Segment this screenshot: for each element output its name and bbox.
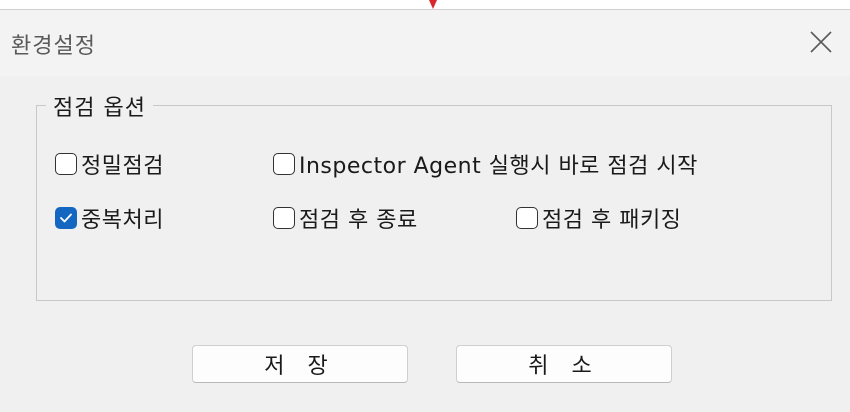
- agent-start-checkbox[interactable]: Inspector Agent 실행시 바로 점검 시작: [273, 149, 698, 179]
- options-group-label: 점검 옵션: [46, 90, 153, 122]
- save-button[interactable]: 저 장: [192, 345, 408, 383]
- agent-start-label: Inspector Agent 실행시 바로 점검 시작: [299, 154, 698, 179]
- duplicate-label: 중복처리: [81, 208, 164, 233]
- precise-check-label: 정밀점검: [81, 154, 164, 179]
- cancel-button[interactable]: 취 소: [456, 345, 672, 383]
- packaging-after-label: 점검 후 패키징: [542, 208, 682, 233]
- packaging-after-checkbox[interactable]: 점검 후 패키징: [516, 203, 681, 233]
- checkbox-box[interactable]: [273, 153, 295, 175]
- dialog-title: 환경설정: [11, 34, 96, 59]
- checkbox-box[interactable]: [273, 207, 295, 229]
- exit-after-label: 점검 후 종료: [299, 208, 418, 233]
- marker-arrow: [429, 0, 437, 9]
- duplicate-checkbox[interactable]: 중복처리: [55, 203, 164, 233]
- close-icon: [810, 31, 832, 53]
- checkbox-box-checked[interactable]: [55, 207, 77, 229]
- precise-check-checkbox[interactable]: 정밀점검: [55, 149, 164, 179]
- exit-after-checkbox[interactable]: 점검 후 종료: [273, 203, 418, 233]
- checkbox-box[interactable]: [55, 153, 77, 175]
- checkmark-icon: [60, 213, 72, 223]
- close-button[interactable]: [800, 24, 840, 60]
- titlebar: 환경설정: [0, 10, 850, 76]
- checkbox-box[interactable]: [516, 207, 538, 229]
